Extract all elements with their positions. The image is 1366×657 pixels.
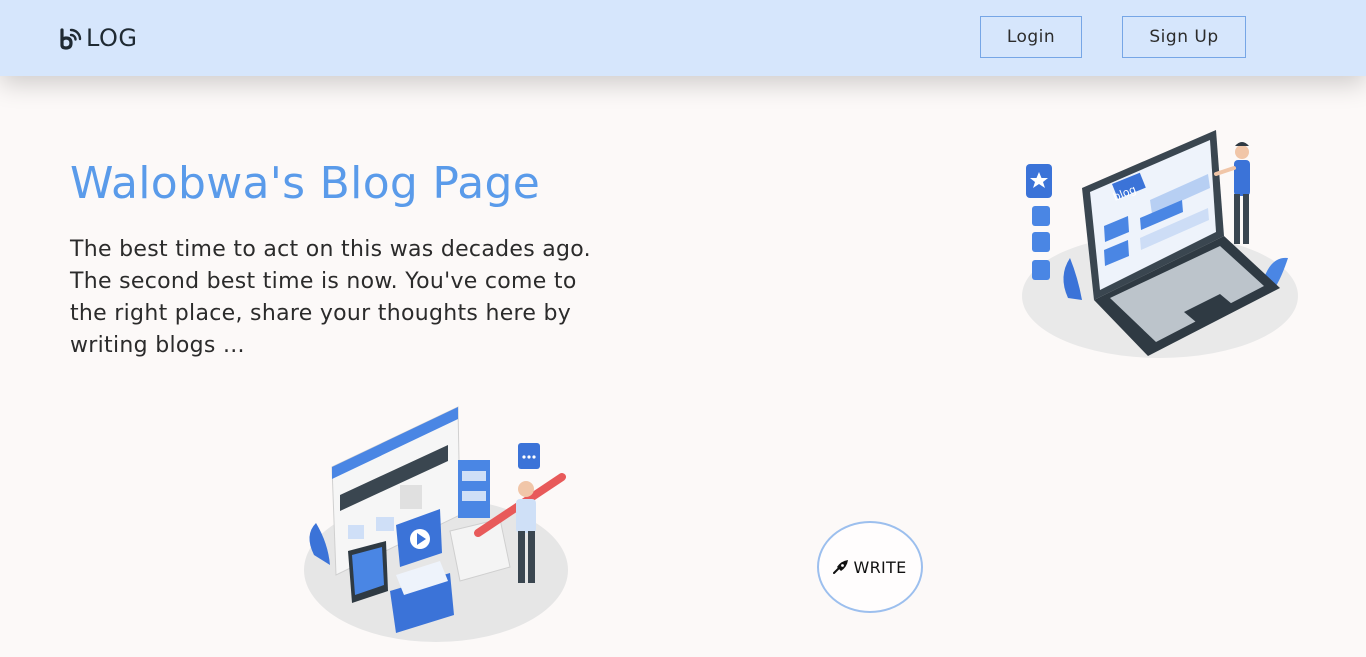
login-button[interactable]: Login	[980, 16, 1082, 58]
logo-b-wifi-icon	[60, 28, 82, 50]
write-button[interactable]: WRITE	[817, 521, 923, 613]
page-title: Walobwa's Blog Page	[70, 158, 541, 209]
site-logo[interactable]: LOG	[60, 24, 138, 52]
heart-icon	[1032, 232, 1050, 252]
writer-illustration	[304, 406, 568, 642]
message-icon	[1032, 260, 1050, 280]
navbar: LOG Login Sign Up	[0, 0, 1366, 76]
pen-nib-icon	[833, 560, 849, 574]
logo-text: LOG	[86, 24, 138, 52]
hero-tagline: The best time to act on this was decades…	[70, 237, 591, 358]
thumbs-up-icon	[1032, 206, 1050, 226]
laptop-blog-illustration: blog	[1022, 130, 1298, 358]
signup-button[interactable]: Sign Up	[1122, 16, 1246, 58]
write-button-label: WRITE	[853, 557, 907, 577]
